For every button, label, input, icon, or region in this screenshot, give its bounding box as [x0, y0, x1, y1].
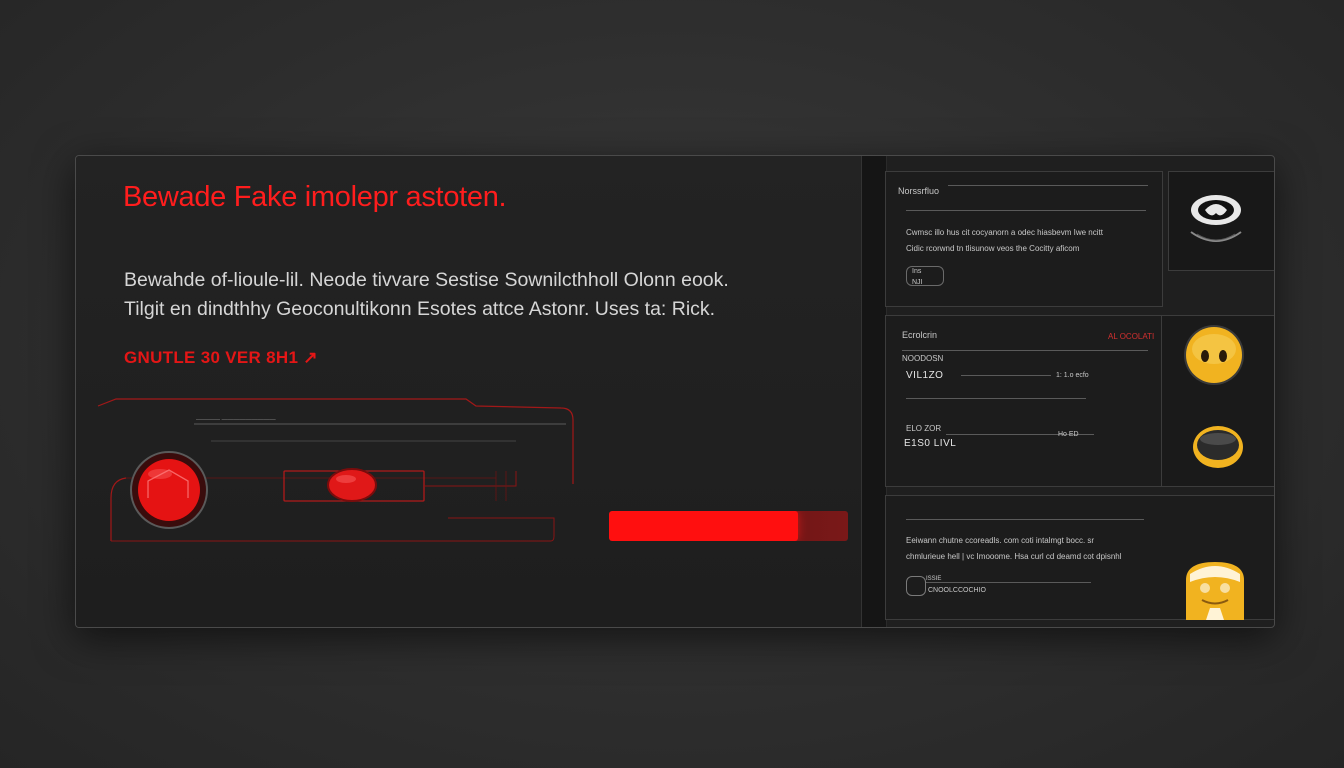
row2-label: ELO ZOR	[906, 424, 942, 433]
card-top-title: Norssrfluo	[898, 186, 940, 196]
card-bottom-chip-value: CNOOLCCOCHIO	[928, 587, 986, 594]
divider-line	[906, 398, 1086, 399]
page-title: Bewade Fake imolepr astoten.	[123, 181, 507, 213]
yellow-ring-icon[interactable]	[1190, 422, 1246, 472]
emoji-face-icon[interactable]	[1180, 321, 1248, 389]
card-top-line2: Cidic rcorwnd tn tlisunow veos the Cocit…	[906, 244, 1080, 253]
divider-line	[902, 350, 1148, 351]
divider-line	[906, 519, 1144, 520]
divider-line	[961, 375, 1051, 376]
divider-line	[906, 210, 1146, 211]
row1-label: NOODOSN	[902, 354, 944, 363]
status-label: GNUTLE 30 VER 8H1 ↗	[124, 348, 318, 367]
app-window: Bewade Fake imolepr astoten. Bewahde of-…	[75, 155, 1275, 628]
card-middle[interactable]: Ecrolcrin AL OCOLATI NOODOSN VIL1ZO 1: 1…	[885, 315, 1163, 487]
card-middle-alert: AL OCOLATI	[1108, 332, 1155, 341]
card-middle-title: Ecrolcrin	[902, 330, 938, 340]
body-line-2: Tilgit en dindthhy Geoconultikonn Esotes…	[124, 298, 716, 320]
progress-fill	[609, 511, 798, 541]
masked-face-icon[interactable]	[1181, 184, 1251, 254]
bot-face-icon[interactable]	[1180, 560, 1250, 620]
body-text: Bewahde of-lioule-lil. Neode tivvare Ses…	[124, 266, 729, 324]
card-bottom-chip[interactable]	[906, 576, 926, 596]
body-line-1: Bewahde of-lioule-lil. Neode tivvare Ses…	[124, 269, 729, 291]
pane-divider[interactable]	[861, 156, 887, 627]
divider-line	[926, 582, 1091, 583]
card-top-line1: Cwmsc illo hus cit cocyanorn a odec hias…	[906, 228, 1103, 237]
card-bottom-line2: chmlurieue hell | vc Imooome. Hsa curl c…	[906, 552, 1122, 561]
card-top-chip-label: Ins	[912, 268, 922, 275]
card-top[interactable]: Norssrfluo Cwmsc illo hus cit cocyanorn …	[885, 171, 1163, 307]
card-bottom-line1: Eeiwann chutne ccoreadls. com coti intal…	[906, 536, 1095, 545]
row1-meta: 1: 1.o ecfo	[1056, 372, 1089, 379]
divider-line	[948, 185, 1148, 186]
row2-value: E1S0 LIVL	[904, 438, 957, 449]
left-pane: Bewade Fake imolepr astoten. Bewahde of-…	[76, 156, 861, 627]
red-knob[interactable]	[327, 468, 377, 502]
row1-value: VIL1ZO	[906, 370, 944, 381]
card-top-chip-value: NJI	[912, 279, 923, 286]
row2-meta: Ho ED	[1058, 431, 1079, 438]
device-illustration: ———— —————————	[97, 398, 574, 542]
device-caption: ———— —————————	[196, 417, 276, 423]
progress-bar	[609, 511, 848, 541]
